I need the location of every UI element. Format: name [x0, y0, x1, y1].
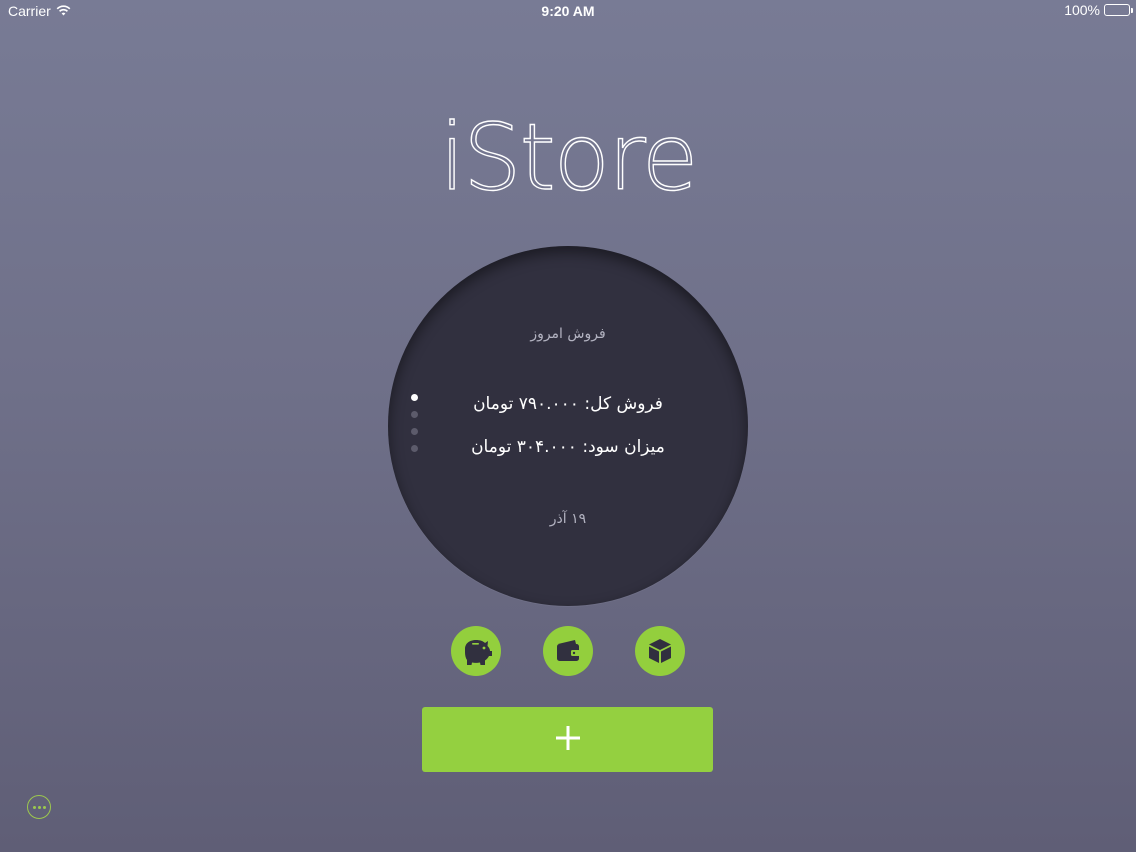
- battery-icon: [1104, 4, 1133, 16]
- more-icon-dot: [37, 805, 41, 809]
- wallet-button[interactable]: [543, 626, 593, 676]
- app-title: iStore: [439, 104, 699, 211]
- wallet-icon: [549, 632, 587, 670]
- page-dot[interactable]: [411, 428, 418, 435]
- more-button[interactable]: [27, 795, 51, 819]
- add-button[interactable]: [422, 707, 713, 772]
- status-time: 9:20 AM: [541, 3, 595, 19]
- battery-percent: 100%: [1064, 2, 1100, 18]
- status-bar: Carrier 9:20 AM 100%: [0, 0, 1136, 24]
- plus-icon: [554, 724, 582, 756]
- piggy-bank-button[interactable]: [451, 626, 501, 676]
- box-icon: [641, 632, 679, 670]
- more-icon: [32, 805, 36, 809]
- box-button[interactable]: [635, 626, 685, 676]
- total-sales-text: فروش کل: ۷۹۰.۰۰۰ تومان: [473, 394, 663, 414]
- piggy-bank-icon: [457, 632, 495, 670]
- profit-text: میزان سود: ۳۰۴.۰۰۰ تومان: [471, 437, 665, 457]
- summary-date: ۱۹ آذر: [549, 511, 587, 527]
- more-icon-dot: [42, 805, 46, 809]
- sales-summary-card[interactable]: فروش امروز فروش کل: ۷۹۰.۰۰۰ تومان میزان …: [388, 246, 748, 606]
- summary-heading: فروش امروز: [530, 326, 606, 342]
- battery-indicator: 100%: [1064, 2, 1133, 18]
